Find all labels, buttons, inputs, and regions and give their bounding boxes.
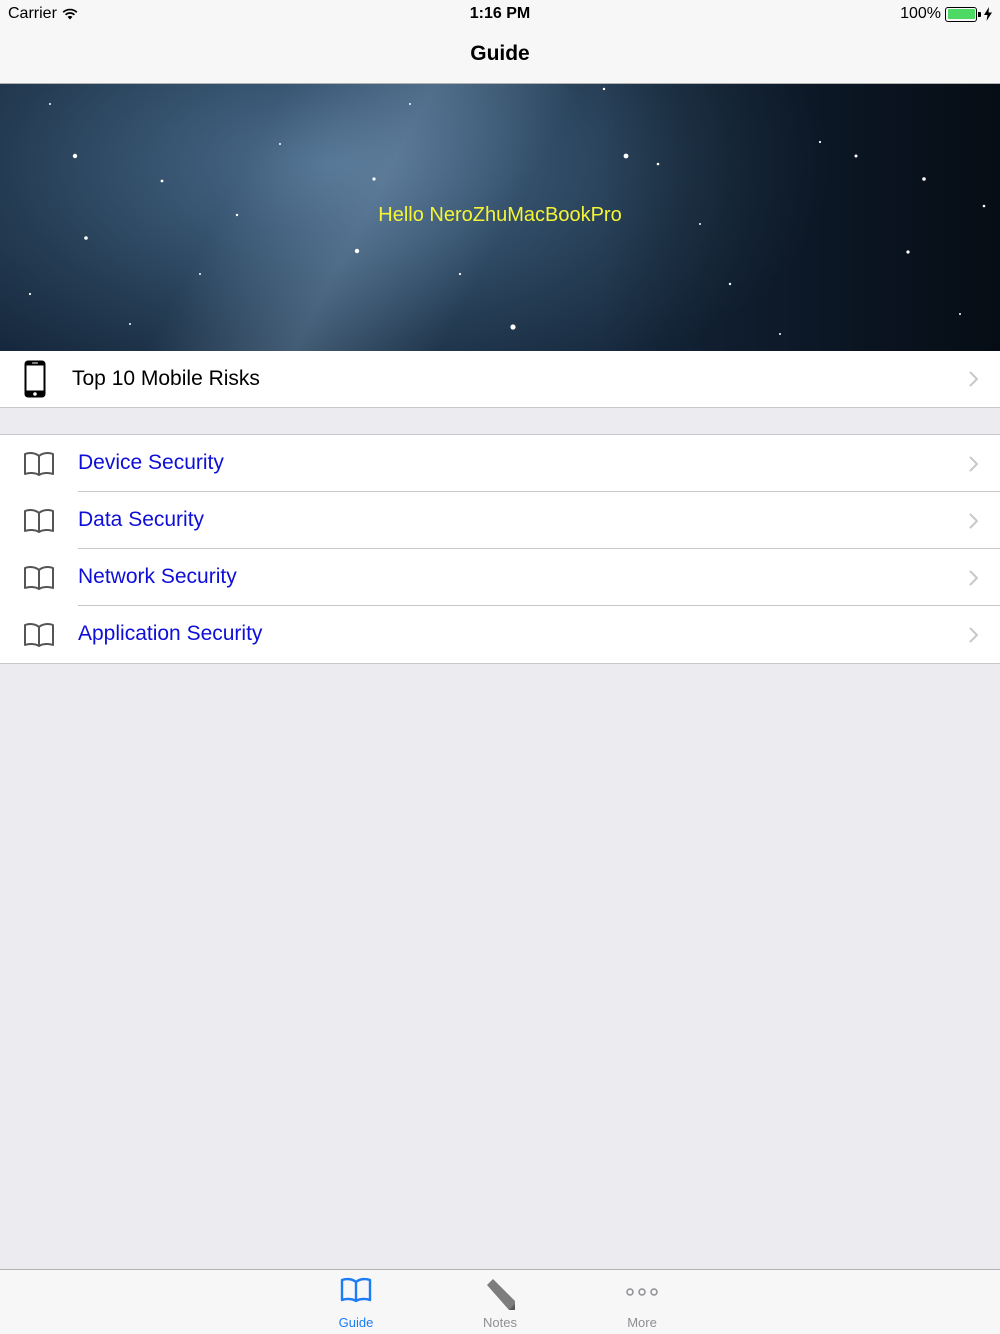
more-icon [626, 1288, 658, 1296]
security-sections-list: Device Security Data Security Network Se… [0, 434, 1000, 664]
tab-bar: Guide Notes More [0, 1269, 1000, 1334]
chevron-right-icon [969, 371, 978, 387]
phone-icon [24, 360, 46, 398]
book-icon [24, 623, 54, 647]
list-item-label: Network Security [78, 565, 237, 588]
book-icon [24, 509, 54, 533]
top-mobile-risks-cell[interactable]: Top 10 Mobile Risks [0, 351, 1000, 408]
tab-label: More [627, 1315, 657, 1330]
list-item-data-security[interactable]: Data Security [0, 492, 1000, 549]
pencil-icon [487, 1279, 515, 1310]
status-bar: Carrier 1:16 PM 100% [0, 0, 1000, 28]
tab-label: Guide [338, 1315, 374, 1330]
list-item-label: Data Security [78, 508, 205, 531]
top-mobile-risks-label: Top 10 Mobile Risks [72, 367, 260, 390]
list-item-network-security[interactable]: Network Security [0, 549, 1000, 606]
book-icon [24, 566, 54, 590]
tab-more[interactable]: More [582, 1270, 702, 1334]
chevron-right-icon [969, 456, 978, 471]
battery-fill [947, 9, 975, 19]
greeting-text: Hello NeroZhuMacBookPro [378, 204, 622, 226]
list-item-application-security[interactable]: Application Security [0, 606, 1000, 663]
status-right: 100% [900, 5, 992, 23]
list-item-label: Device Security [78, 451, 224, 474]
status-time: 1:16 PM [469, 5, 531, 22]
list-item-device-security[interactable]: Device Security [0, 435, 1000, 492]
tab-notes[interactable]: Notes [440, 1270, 560, 1334]
battery-percent: 100% [900, 5, 941, 22]
header-banner: Hello NeroZhuMacBookPro [0, 84, 1000, 351]
tab-guide[interactable]: Guide [296, 1270, 416, 1334]
charging-icon [984, 7, 992, 21]
screen: Carrier 1:16 PM 100% Guide Hello NeroZhu… [0, 0, 1000, 1334]
battery-icon [945, 6, 981, 22]
chevron-right-icon [969, 627, 978, 642]
book-icon [340, 1277, 372, 1303]
navigation-bar: Guide [0, 28, 1000, 84]
battery-cap [978, 11, 981, 17]
tab-label: Notes [483, 1315, 517, 1330]
book-icon [24, 452, 54, 476]
page-title: Guide [470, 42, 530, 65]
chevron-right-icon [969, 513, 978, 528]
chevron-right-icon [969, 570, 978, 585]
list-item-label: Application Security [78, 622, 263, 645]
